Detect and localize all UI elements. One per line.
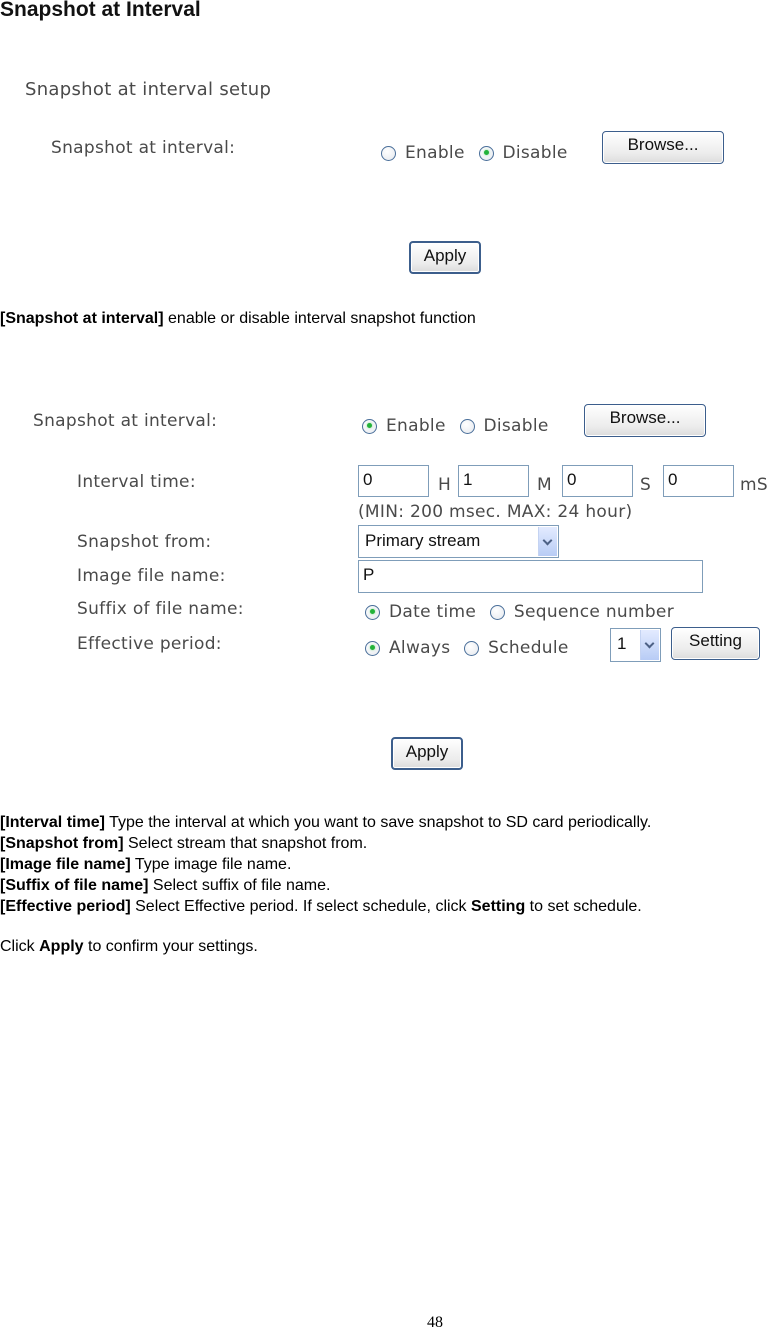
page-title: Snapshot at Interval	[0, 0, 201, 21]
milliseconds-unit: mS	[740, 475, 768, 495]
image-file-name-label: Image file name:	[77, 566, 226, 586]
always-radio[interactable]	[365, 640, 380, 656]
date-time-label: Date time	[389, 602, 477, 622]
enable-radio[interactable]	[362, 418, 377, 434]
description-text: enable or disable interval snapshot func…	[163, 310, 476, 327]
schedule-radio[interactable]	[464, 640, 480, 656]
descriptions-list: [Interval time] Type the interval at whi…	[0, 812, 651, 917]
apply-button[interactable]: Apply	[391, 737, 463, 770]
sequence-number-radio[interactable]	[489, 604, 505, 620]
description-text: Select stream that snapshot from.	[123, 835, 368, 852]
snapshot-from-label: Snapshot from:	[77, 532, 212, 552]
snapshot-at-interval-label: Snapshot at interval:	[33, 411, 218, 431]
apply-button[interactable]: Apply	[409, 241, 481, 274]
description-image-file-name: [Image file name] Type image file name.	[0, 854, 651, 875]
description-text: Select Effective period. If select sched…	[130, 898, 471, 915]
suffix-label: Suffix of file name:	[77, 599, 244, 619]
description-text: to set schedule.	[525, 898, 642, 915]
effective-period-label: Effective period:	[77, 634, 222, 654]
seconds-input[interactable]: 0	[562, 465, 633, 497]
description-text: Type image file name.	[130, 856, 292, 873]
disable-radio[interactable]	[460, 418, 476, 434]
snapshot-at-interval-label: Snapshot at interval:	[51, 138, 236, 158]
schedule-label: Schedule	[488, 638, 569, 658]
footer-bold: Apply	[39, 938, 84, 955]
schedule-select[interactable]: 1	[610, 628, 661, 662]
description-term: [Image file name]	[0, 856, 131, 873]
interval-hint: (MIN: 200 msec. MAX: 24 hour)	[358, 502, 633, 522]
description-snapshot-at-interval: [Snapshot at interval] enable or disable…	[0, 308, 476, 329]
hours-input[interactable]: 0	[358, 465, 429, 497]
enable-label: Enable	[405, 143, 465, 163]
hours-unit: H	[438, 475, 452, 495]
description-term: [Interval time]	[0, 814, 105, 831]
description-text: Select suffix of file name.	[148, 877, 331, 894]
description-term: [Effective period]	[0, 898, 131, 915]
minutes-input[interactable]: 1	[458, 465, 529, 497]
snapshot-from-select[interactable]: Primary stream	[358, 525, 559, 558]
footer-text: Click	[0, 938, 40, 955]
description-suffix-of-file-name: [Suffix of file name] Select suffix of f…	[0, 875, 651, 896]
date-time-radio[interactable]	[365, 604, 380, 620]
effective-period-group: Always Schedule	[365, 638, 569, 658]
browse-button[interactable]: Browse...	[584, 404, 706, 437]
chevron-down-icon	[538, 527, 557, 556]
suffix-group: Date time Sequence number	[365, 602, 674, 622]
disable-label: Disable	[502, 143, 568, 163]
description-bold: Setting	[471, 898, 526, 915]
footer-note: Click Apply to confirm your settings.	[0, 936, 258, 957]
schedule-value: 1	[617, 634, 627, 653]
footer-text: to confirm your settings.	[83, 938, 258, 955]
description-effective-period: [Effective period] Select Effective peri…	[0, 896, 651, 917]
chevron-down-icon	[640, 630, 659, 660]
interval-time-label: Interval time:	[77, 472, 196, 492]
disable-radio[interactable]	[479, 145, 495, 161]
enable-radio[interactable]	[381, 145, 396, 161]
enable-disable-group: Enable Disable	[362, 416, 549, 436]
snapshot-from-value: Primary stream	[365, 531, 481, 550]
sequence-number-label: Sequence number	[513, 602, 674, 622]
section-title: Snapshot at interval setup	[25, 79, 272, 100]
description-term: [Snapshot at interval]	[0, 310, 164, 327]
enable-disable-group: Enable Disable	[381, 143, 568, 163]
description-text: Type the interval at which you want to s…	[104, 814, 652, 831]
description-snapshot-from: [Snapshot from] Select stream that snaps…	[0, 833, 651, 854]
image-file-name-input[interactable]: P	[358, 560, 703, 593]
always-label: Always	[389, 638, 451, 658]
setting-button[interactable]: Setting	[671, 627, 760, 660]
browse-button[interactable]: Browse...	[602, 131, 724, 164]
seconds-unit: S	[640, 475, 652, 495]
minutes-unit: M	[537, 475, 552, 495]
page-number: 48	[427, 1314, 443, 1331]
milliseconds-input[interactable]: 0	[663, 465, 734, 497]
description-term: [Snapshot from]	[0, 835, 124, 852]
description-interval-time: [Interval time] Type the interval at whi…	[0, 812, 651, 833]
description-term: [Suffix of file name]	[0, 877, 149, 894]
enable-label: Enable	[386, 416, 446, 436]
disable-label: Disable	[483, 416, 549, 436]
